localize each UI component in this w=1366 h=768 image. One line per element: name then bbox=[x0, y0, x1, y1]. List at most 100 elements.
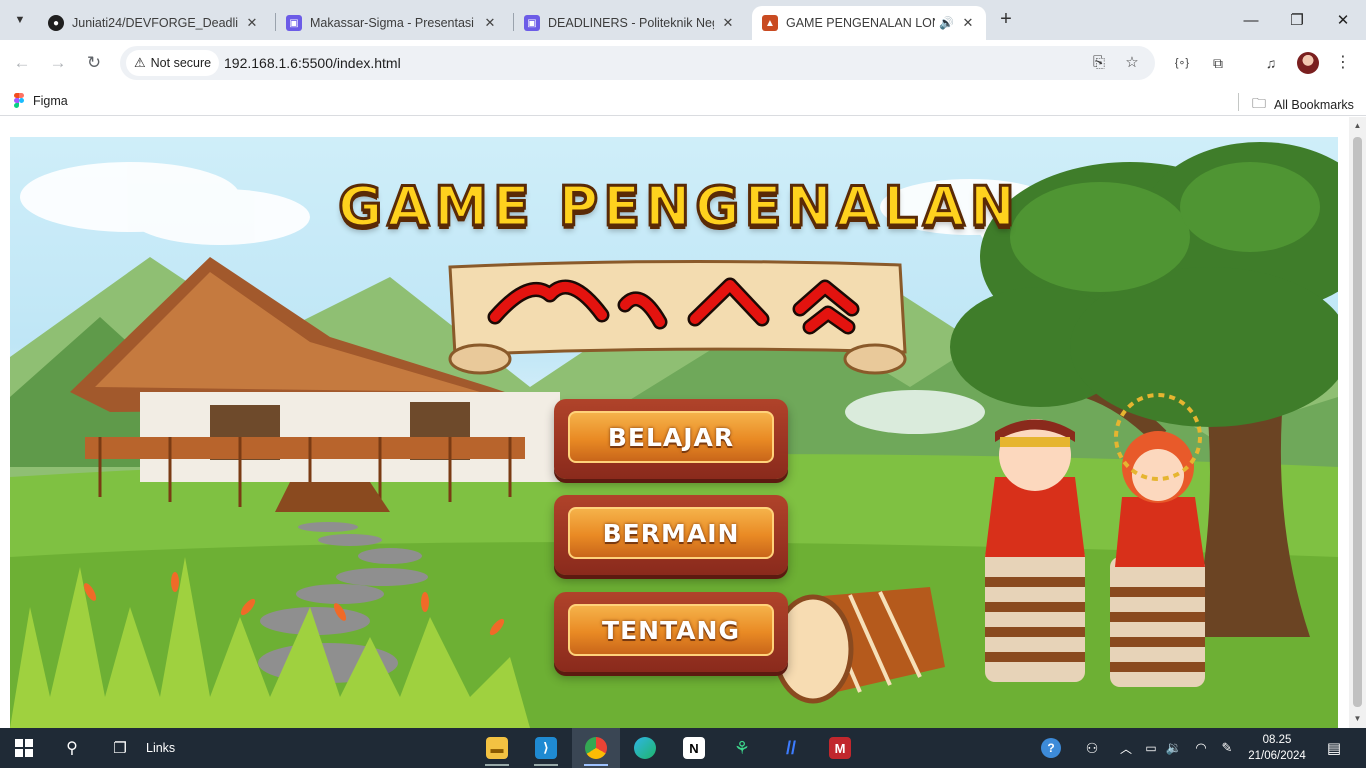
people-icon[interactable]: ⚇ bbox=[1080, 728, 1104, 768]
speaker-icon[interactable]: 🔊 bbox=[939, 16, 954, 30]
clock-date: 21/06/2024 bbox=[1248, 750, 1306, 762]
security-label: Not secure bbox=[150, 56, 212, 70]
tab-title: Makassar-Sigma - Presentasi bbox=[310, 16, 474, 30]
tab-title: DEADLINERS - Politeknik Neger bbox=[548, 16, 714, 30]
folder-icon: ▬ bbox=[486, 737, 508, 759]
forward-button[interactable]: → bbox=[45, 50, 71, 76]
url-text[interactable]: 192.168.1.6:5500/index.html bbox=[224, 55, 401, 71]
bermain-button[interactable]: BERMAIN bbox=[554, 495, 788, 575]
extensions-puzzle-icon[interactable]: ⧉ bbox=[1207, 52, 1229, 74]
warning-icon: ⚠ bbox=[134, 55, 146, 70]
taskbar-file-explorer[interactable]: ▬ bbox=[473, 728, 521, 768]
close-icon[interactable]: ✕ bbox=[244, 15, 260, 31]
tab-search-button[interactable]: ▼ bbox=[8, 8, 32, 32]
close-icon[interactable]: ✕ bbox=[720, 15, 736, 31]
belajar-button[interactable]: BELAJAR bbox=[554, 399, 788, 479]
close-icon[interactable]: ✕ bbox=[960, 15, 976, 31]
address-bar[interactable]: ⚠ Not secure 192.168.1.6:5500/index.html… bbox=[120, 46, 1155, 80]
task-view-button[interactable]: ❐ bbox=[96, 728, 144, 768]
browser-toolbar: ← → ↻ ⚠ Not secure 192.168.1.6:5500/inde… bbox=[0, 40, 1366, 86]
tree-app-icon: ⚘ bbox=[733, 737, 751, 758]
taskbar-edge[interactable] bbox=[621, 728, 669, 768]
presentation-icon: ▣ bbox=[286, 15, 302, 31]
extension-devtools-icon[interactable]: {∘} bbox=[1171, 52, 1193, 74]
tab-github[interactable]: ● Juniati24/DEVFORGE_Deadliner ✕ bbox=[38, 6, 270, 40]
all-bookmarks-label: All Bookmarks bbox=[1274, 98, 1354, 112]
reload-icon: ↻ bbox=[86, 53, 102, 72]
taskbar-chrome[interactable] bbox=[572, 728, 620, 768]
bermain-button-face: BERMAIN bbox=[568, 507, 774, 559]
media-control-icon[interactable]: ♫ bbox=[1260, 52, 1282, 74]
help-button[interactable]: ? bbox=[1037, 728, 1065, 768]
chrome-icon bbox=[585, 737, 607, 759]
search-button[interactable]: ⚲ bbox=[48, 728, 96, 768]
github-icon: ● bbox=[48, 15, 64, 31]
start-button[interactable] bbox=[0, 728, 48, 768]
bookmark-star-icon[interactable]: ☆ bbox=[1123, 54, 1141, 72]
back-button[interactable]: ← bbox=[9, 50, 35, 76]
belajar-label: BELAJAR bbox=[607, 422, 735, 452]
chevron-down-icon: ▼ bbox=[14, 14, 26, 26]
kebab-menu-icon[interactable]: ⋮ bbox=[1332, 52, 1354, 74]
taskbar-app-figure[interactable]: ⚘ bbox=[718, 728, 766, 768]
tentang-button-face: TENTANG bbox=[568, 604, 774, 656]
tab-title: Juniati24/DEVFORGE_Deadliner bbox=[72, 16, 238, 30]
clock-time: 08.25 bbox=[1262, 734, 1292, 746]
bookmarks-bar: Figma 🗀 All Bookmarks bbox=[0, 86, 1366, 116]
page-scrollbar[interactable]: ▲ ▼ bbox=[1349, 117, 1366, 728]
folder-icon: 🗀 bbox=[1252, 95, 1266, 111]
presentation-icon: ▣ bbox=[524, 15, 540, 31]
tab-game-pengenalan[interactable]: ▲ GAME PENGENALAN LONTA 🔊 ✕ bbox=[752, 6, 986, 40]
task-view-icon: ❐ bbox=[113, 740, 127, 757]
tab-title: GAME PENGENALAN LONTA bbox=[786, 16, 935, 30]
search-icon: ⚲ bbox=[66, 740, 78, 757]
page-viewport: GAME PENGENALAN BELAJAR BERMAIN TENTANG bbox=[0, 117, 1349, 728]
vscode-icon: ⟩ bbox=[535, 737, 557, 759]
scroll-down-icon[interactable]: ▼ bbox=[1349, 712, 1366, 726]
pen-icon[interactable]: ✎ bbox=[1216, 728, 1238, 768]
all-bookmarks-button[interactable]: 🗀 All Bookmarks bbox=[1252, 93, 1354, 117]
slash-app-icon: // bbox=[785, 737, 796, 758]
system-clock[interactable]: 08.25 21/06/2024 bbox=[1242, 732, 1312, 764]
taskbar-vscode[interactable]: ⟩ bbox=[522, 728, 570, 768]
profile-avatar[interactable] bbox=[1297, 52, 1319, 74]
tentang-label: TENTANG bbox=[602, 615, 740, 645]
mendeley-icon: M bbox=[829, 737, 851, 759]
tab-makassar-sigma[interactable]: ▣ Makassar-Sigma - Presentasi ✕ bbox=[276, 6, 508, 40]
bookmark-label: Figma bbox=[33, 93, 68, 108]
windows-logo-icon bbox=[15, 739, 33, 757]
notion-icon: N bbox=[683, 737, 705, 759]
links-toolbar[interactable]: Links bbox=[146, 728, 186, 768]
wifi-icon[interactable]: ◠ bbox=[1190, 728, 1212, 768]
minimize-button[interactable]: — bbox=[1228, 0, 1274, 40]
close-icon[interactable]: ✕ bbox=[482, 15, 498, 31]
tab-deadliners[interactable]: ▣ DEADLINERS - Politeknik Neger ✕ bbox=[514, 6, 746, 40]
notifications-icon[interactable]: ▤ bbox=[1320, 728, 1348, 768]
taskbar-notion[interactable]: N bbox=[670, 728, 718, 768]
taskbar-app-mendeley[interactable]: M bbox=[816, 728, 864, 768]
scroll-up-icon[interactable]: ▲ bbox=[1349, 119, 1366, 133]
tentang-button[interactable]: TENTANG bbox=[554, 592, 788, 672]
bermain-label: BERMAIN bbox=[602, 518, 740, 548]
back-arrow-icon: ← bbox=[13, 53, 31, 72]
game-title: GAME PENGENALAN bbox=[337, 174, 1020, 240]
game-icon: ▲ bbox=[762, 15, 778, 31]
scrollbar-thumb[interactable] bbox=[1353, 137, 1362, 707]
figma-icon bbox=[14, 93, 24, 108]
taskbar: ⚲ ❐ Links ▬ ⟩ N ⚘ // M ? ⚇ ︿ ▭ 🔉 ◠ ✎ 08.… bbox=[0, 728, 1366, 768]
taskbar-app-slash[interactable]: // bbox=[767, 728, 815, 768]
bookmark-figma[interactable]: Figma bbox=[14, 93, 68, 108]
close-window-button[interactable]: ✕ bbox=[1320, 0, 1366, 40]
game-scene: GAME PENGENALAN BELAJAR BERMAIN TENTANG bbox=[10, 137, 1338, 728]
security-chip[interactable]: ⚠ Not secure bbox=[126, 50, 220, 76]
chevron-up-icon[interactable]: ︿ bbox=[1116, 728, 1136, 768]
battery-icon[interactable]: ▭ bbox=[1140, 728, 1162, 768]
edge-icon bbox=[634, 737, 656, 759]
volume-icon[interactable]: 🔉 bbox=[1164, 728, 1184, 768]
translate-icon[interactable]: ⎘ bbox=[1090, 54, 1108, 72]
help-icon: ? bbox=[1041, 738, 1061, 758]
new-tab-button[interactable]: + bbox=[994, 8, 1018, 32]
belajar-button-face: BELAJAR bbox=[568, 411, 774, 463]
restore-button[interactable]: ❐ bbox=[1274, 0, 1320, 40]
reload-button[interactable]: ↻ bbox=[81, 50, 107, 76]
